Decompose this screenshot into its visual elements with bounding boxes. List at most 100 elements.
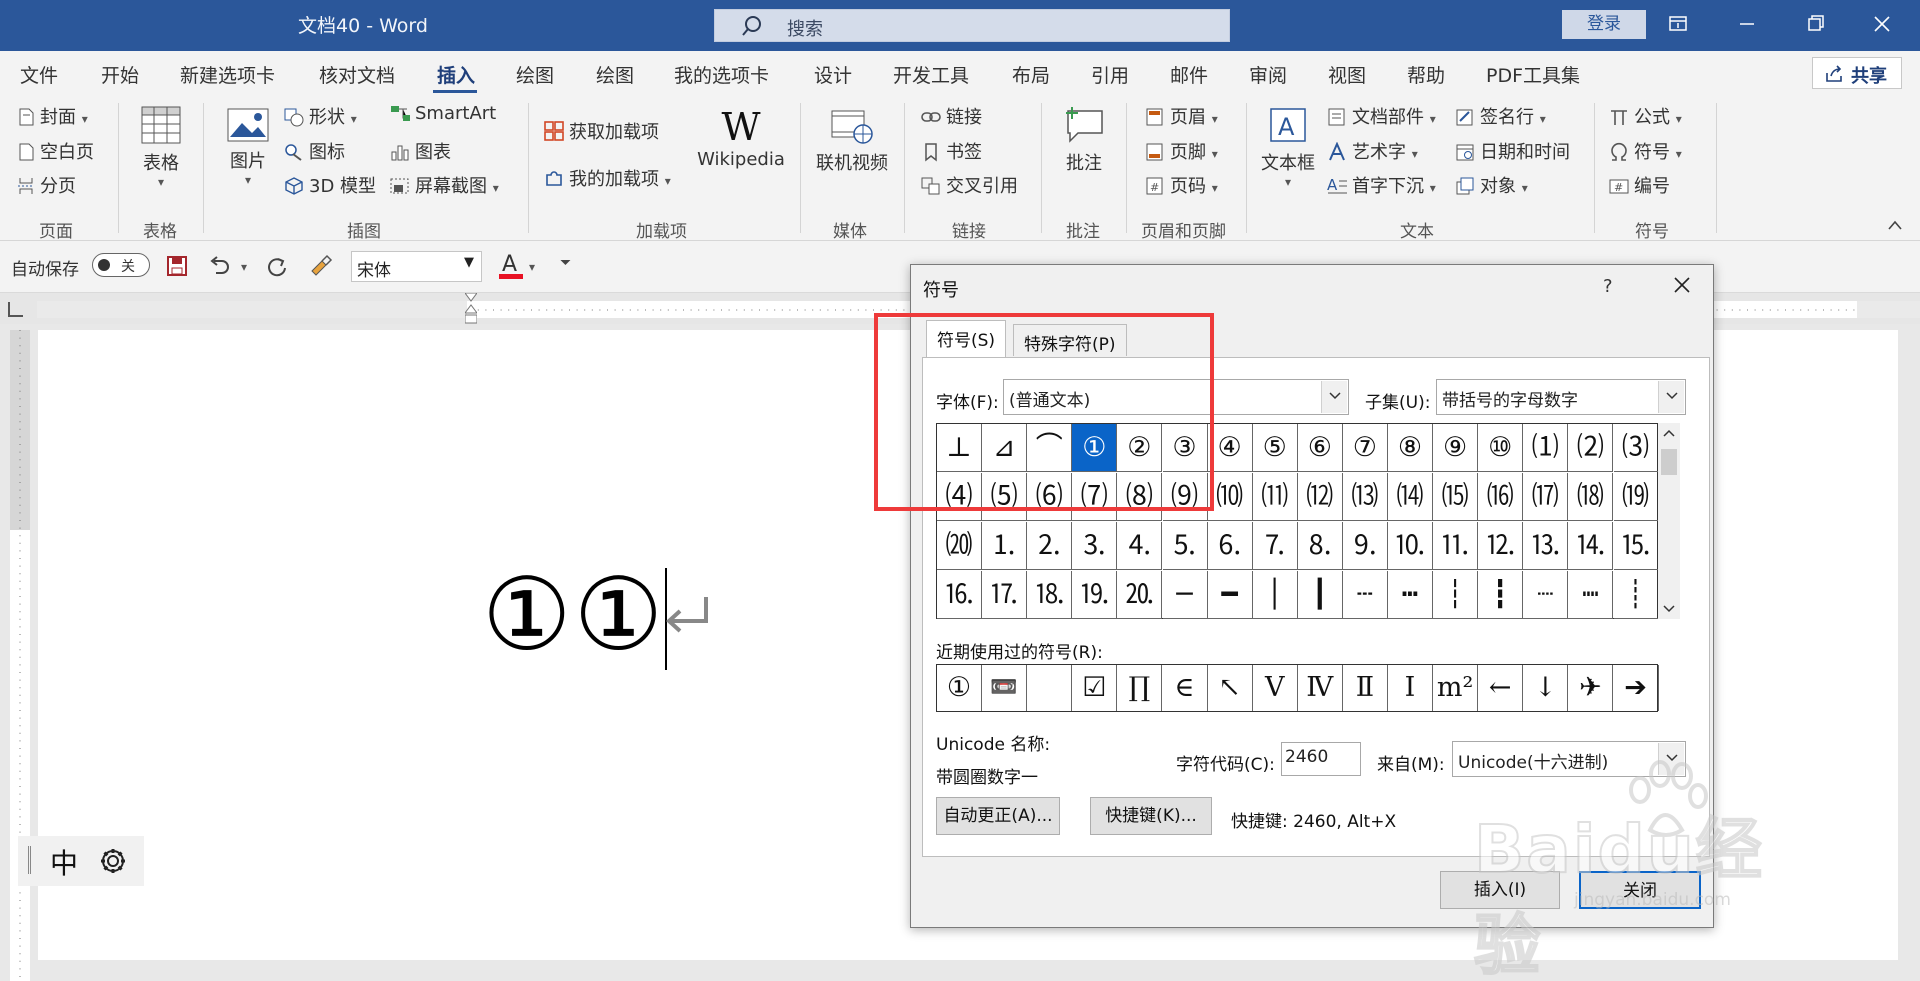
wikipedia-button[interactable]: W Wikipedia <box>695 107 787 170</box>
menu-check-doc[interactable]: 核对文档 <box>319 61 395 88</box>
symbol-cell[interactable]: ⑩ <box>1478 424 1524 472</box>
textbox-button[interactable]: A 文本框 ▾ <box>1258 107 1318 189</box>
symbol-cell[interactable]: ┉ <box>1568 570 1614 619</box>
recent-symbol-cell[interactable]: 📼 <box>982 665 1028 711</box>
subset-select[interactable]: 带括号的字母数字 <box>1436 379 1686 415</box>
symbol-cell[interactable]: ⒖ <box>1613 521 1659 570</box>
charcode-field[interactable]: 2460 <box>1281 742 1361 776</box>
symbol-cell[interactable]: ⑨ <box>1433 424 1479 472</box>
header-button[interactable]: 页眉 ▾ <box>1144 103 1218 129</box>
icons-button[interactable]: 图标 <box>283 138 345 164</box>
bookmark-button[interactable]: 书签 <box>920 138 982 164</box>
undo-dropdown-icon[interactable]: ▾ <box>241 260 247 274</box>
symbol-cell[interactable]: ⒅ <box>1568 472 1614 521</box>
symbol-cell[interactable]: ⒑ <box>1388 521 1433 570</box>
recent-symbol-cell[interactable]: m² <box>1433 665 1479 711</box>
share-button[interactable]: 共享 <box>1812 57 1902 89</box>
search-box[interactable]: 搜索 <box>714 9 1230 42</box>
autocorrect-button[interactable]: 自动更正(A)... <box>936 797 1060 835</box>
menu-developer[interactable]: 开发工具 <box>893 61 969 88</box>
symbol-cell[interactable]: ⑥ <box>1297 424 1343 472</box>
symbol-cell[interactable]: ⒗ <box>937 570 982 619</box>
date-time-button[interactable]: 日期和时间 <box>1454 138 1570 164</box>
shapes-button[interactable]: 形状 ▾ <box>283 103 357 129</box>
menu-my-tab[interactable]: 我的选项卡 <box>674 61 769 88</box>
undo-icon[interactable] <box>208 255 232 277</box>
symbol-cell[interactable]: │ <box>1252 570 1298 619</box>
save-icon[interactable] <box>166 255 188 277</box>
symbol-cell[interactable]: ⑿ <box>1297 472 1343 521</box>
my-addins-button[interactable]: 我的加载项 ▾ <box>543 165 671 191</box>
symbol-cell[interactable]: ━ <box>1207 570 1253 619</box>
menu-draw-2[interactable]: 绘图 <box>596 61 634 88</box>
symbol-cell[interactable]: ⒉ <box>1027 521 1073 570</box>
cross-reference-button[interactable]: 交叉引用 <box>920 172 1018 198</box>
drag-handle-icon[interactable] <box>28 846 31 874</box>
font-color-dropdown-icon[interactable]: ▾ <box>529 260 535 274</box>
symbol-cell[interactable]: ⒌ <box>1162 521 1208 570</box>
menu-design[interactable]: 设计 <box>814 61 852 88</box>
object-button[interactable]: 对象 ▾ <box>1454 172 1528 198</box>
blank-page-button[interactable]: 空白页 <box>16 138 94 164</box>
menu-references[interactable]: 引用 <box>1091 61 1129 88</box>
screenshot-button[interactable]: 屏幕截图 ▾ <box>389 172 499 198</box>
page-break-button[interactable]: 分页 <box>16 172 76 198</box>
collapse-ribbon-icon[interactable] <box>1887 219 1903 231</box>
recent-symbol-cell[interactable]: Ⅳ <box>1298 665 1343 711</box>
symbol-cell[interactable]: ⒂ <box>1433 472 1479 521</box>
symbol-cell[interactable]: ┄ <box>1342 570 1388 619</box>
menu-view[interactable]: 视图 <box>1328 61 1366 88</box>
menu-layout[interactable]: 布局 <box>1012 61 1050 88</box>
document-text[interactable]: ①① <box>482 556 665 673</box>
recent-symbol-cell[interactable]: Ⅰ <box>1388 665 1433 711</box>
symbol-cell[interactable]: ┊ <box>1613 570 1659 619</box>
symbol-cell[interactable]: ⒊ <box>1072 521 1118 570</box>
signature-line-button[interactable]: 签名行 ▾ <box>1454 103 1546 129</box>
recent-symbols-row[interactable]: ① 📼 ☑ ∏ ∈ ↖ Ⅴ Ⅳ Ⅱ Ⅰm² ← ↓ ✈ ➔ <box>936 664 1659 712</box>
symbol-cell[interactable]: ⑶ <box>1613 424 1659 472</box>
symbol-cell[interactable]: ⒋ <box>1117 521 1163 570</box>
close-window-icon[interactable] <box>1862 8 1902 40</box>
menu-file[interactable]: 文件 <box>20 61 58 88</box>
symbol-cell[interactable]: ⒄ <box>1523 472 1569 521</box>
symbol-cell[interactable]: ┆ <box>1433 570 1479 619</box>
symbol-cell[interactable]: ④ <box>1207 424 1253 472</box>
symbol-cell[interactable]: ⒆ <box>1613 472 1659 521</box>
symbol-cell[interactable]: ⑾ <box>1252 472 1298 521</box>
symbol-cell[interactable]: ⒔ <box>1523 521 1569 570</box>
recent-symbol-cell[interactable]: ↓ <box>1523 665 1569 711</box>
symbol-cell[interactable]: ⑵ <box>1568 424 1614 472</box>
smartart-button[interactable]: SmartArt <box>389 103 496 124</box>
recent-symbol-cell[interactable]: Ⅴ <box>1253 665 1298 711</box>
close-dialog-icon[interactable] <box>1663 270 1701 300</box>
symbol-cell[interactable]: ⒇ <box>937 521 982 570</box>
picture-button[interactable]: 图片 ▾ <box>224 107 272 187</box>
symbol-cell[interactable]: ⑦ <box>1342 424 1388 472</box>
symbol-cell[interactable]: ⑴ <box>1523 424 1569 472</box>
symbol-cell[interactable]: ┈ <box>1523 570 1569 619</box>
customize-qat-icon[interactable]: ⏷ <box>560 255 571 271</box>
font-name-select[interactable]: 宋体 ▼ <box>351 251 482 282</box>
drop-cap-button[interactable]: A 首字下沉 ▾ <box>1326 172 1436 198</box>
symbol-grid-scrollbar[interactable] <box>1658 423 1680 619</box>
autosave-toggle[interactable]: 关 <box>92 253 150 277</box>
page-number-button[interactable]: # 页码 ▾ <box>1144 172 1218 198</box>
login-button[interactable]: 登录 <box>1562 10 1646 39</box>
menu-mailings[interactable]: 邮件 <box>1170 61 1208 88</box>
indent-marker-icon[interactable] <box>465 293 477 329</box>
recent-symbol-cell[interactable]: ① <box>937 665 982 711</box>
symbol-cell[interactable]: ┇ <box>1478 570 1524 619</box>
equation-button[interactable]: 公式 ▾ <box>1608 103 1682 129</box>
get-addins-button[interactable]: 获取加载项 <box>543 118 659 144</box>
symbol-cell[interactable]: ─ <box>1162 570 1208 619</box>
recent-symbol-cell[interactable]: ➔ <box>1614 665 1659 711</box>
ribbon-display-icon[interactable] <box>1658 8 1698 40</box>
recent-symbol-cell[interactable]: Ⅱ <box>1343 665 1388 711</box>
symbol-cell[interactable]: ⑧ <box>1388 424 1433 472</box>
symbol-cell[interactable]: ⒚ <box>1072 570 1118 619</box>
cover-page-button[interactable]: 封面 ▾ <box>16 103 88 129</box>
symbol-cell[interactable]: ⒃ <box>1478 472 1524 521</box>
format-painter-icon[interactable] <box>308 253 334 279</box>
tab-selector-icon[interactable] <box>8 302 23 317</box>
symbol-button[interactable]: 符号 ▾ <box>1608 138 1682 164</box>
